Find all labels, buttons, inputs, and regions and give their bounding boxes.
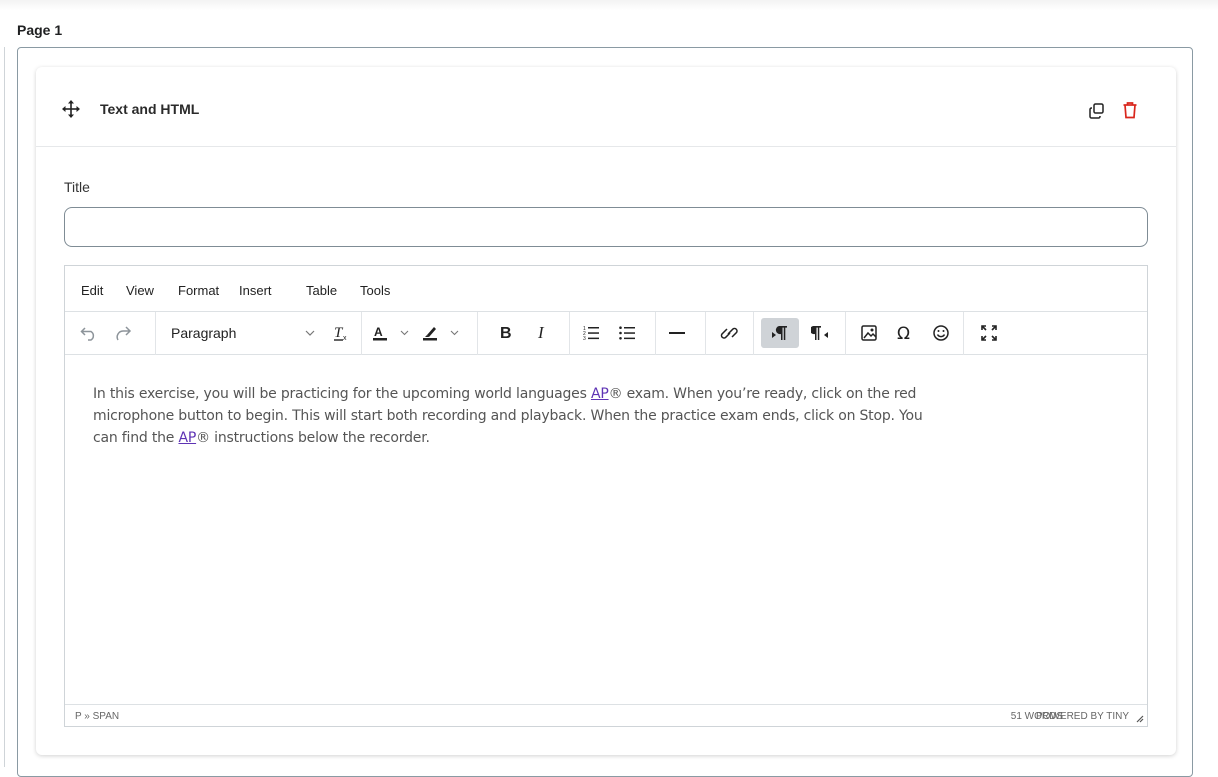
redo-button[interactable] bbox=[109, 318, 137, 348]
powered-by-link[interactable]: POWERED BY TINY bbox=[1036, 711, 1129, 722]
special-character-button[interactable]: Ω bbox=[891, 318, 919, 348]
link-icon bbox=[720, 327, 738, 339]
svg-text:B: B bbox=[500, 325, 512, 342]
resize-handle-icon[interactable] bbox=[1134, 713, 1144, 723]
top-shade bbox=[0, 0, 1218, 10]
chevron-down-icon bbox=[400, 330, 409, 336]
editor-content[interactable]: In this exercise, you will be practicing… bbox=[93, 383, 1103, 449]
italic-button[interactable]: I bbox=[529, 318, 555, 348]
emoji-icon bbox=[933, 325, 949, 341]
italic-icon: I bbox=[537, 324, 545, 342]
content-line: can find the AP® instructions below the … bbox=[93, 427, 1103, 449]
copy-icon[interactable] bbox=[1088, 102, 1106, 120]
redo-icon bbox=[116, 326, 132, 341]
block-title: Text and HTML bbox=[100, 101, 200, 117]
element-path[interactable]: P » SPAN bbox=[75, 711, 119, 722]
move-icon[interactable] bbox=[62, 100, 80, 118]
toolbar-separator bbox=[753, 312, 754, 355]
undo-button[interactable] bbox=[75, 318, 103, 348]
ap-link[interactable]: AP bbox=[178, 430, 196, 446]
content-line: In this exercise, you will be practicing… bbox=[93, 383, 1103, 405]
text-color-button[interactable]: A bbox=[367, 318, 413, 348]
trash-icon[interactable] bbox=[1122, 101, 1138, 119]
highlight-color-button[interactable] bbox=[417, 318, 463, 348]
fullscreen-button[interactable] bbox=[975, 318, 1003, 348]
link-button[interactable] bbox=[715, 318, 743, 348]
content-text: ® exam. When you’re ready, click on the … bbox=[608, 386, 917, 402]
clear-formatting-button[interactable]: Tx bbox=[327, 318, 355, 348]
fullscreen-icon bbox=[981, 325, 997, 341]
editor-toolbar: Paragraph Tx A B I 1 2 3 Ω bbox=[65, 312, 1147, 355]
toolbar-separator bbox=[477, 312, 478, 355]
block-format-value: Paragraph bbox=[171, 325, 237, 341]
content-line: microphone button to begin. This will st… bbox=[93, 408, 923, 424]
horizontal-rule-button[interactable] bbox=[663, 318, 691, 348]
editor-menubar: Edit View Format Insert Table Tools bbox=[65, 266, 1147, 312]
chevron-down-icon bbox=[450, 330, 459, 336]
editor-statusbar: P » SPAN 51 WORDS POWERED BY TINY bbox=[65, 704, 1147, 726]
bold-button[interactable]: B bbox=[493, 318, 519, 348]
content-text: ® instructions below the recorder. bbox=[196, 430, 430, 446]
image-icon bbox=[861, 325, 877, 341]
text-color-icon: A bbox=[373, 325, 387, 341]
right-to-left-icon bbox=[811, 326, 828, 340]
left-to-right-icon bbox=[772, 326, 787, 340]
svg-text:Ω: Ω bbox=[897, 324, 910, 342]
toolbar-separator bbox=[845, 312, 846, 355]
numbered-list-icon: 123 bbox=[583, 326, 599, 342]
special-character-icon: Ω bbox=[897, 324, 910, 342]
content-text: In this exercise, you will be practicing… bbox=[93, 386, 591, 402]
menu-view[interactable]: View bbox=[126, 283, 154, 298]
bullet-list-icon bbox=[619, 326, 635, 340]
menu-insert[interactable]: Insert bbox=[239, 283, 272, 298]
horizontal-rule-icon bbox=[669, 332, 685, 334]
left-divider bbox=[4, 47, 5, 767]
bullet-list-button[interactable] bbox=[613, 318, 641, 348]
ap-link[interactable]: AP bbox=[591, 386, 609, 402]
toolbar-separator bbox=[963, 312, 964, 355]
numbered-list-button[interactable]: 123 bbox=[577, 318, 605, 348]
block-header: Text and HTML bbox=[36, 67, 1176, 147]
rich-text-editor: Edit View Format Insert Table Tools Para… bbox=[64, 265, 1148, 727]
text-html-block: Text and HTML Title Edit View Format Ins… bbox=[36, 67, 1176, 755]
title-input[interactable] bbox=[64, 207, 1148, 247]
right-to-left-button[interactable] bbox=[805, 318, 835, 348]
toolbar-separator bbox=[569, 312, 570, 355]
svg-text:A: A bbox=[374, 325, 383, 339]
menu-tools[interactable]: Tools bbox=[360, 283, 390, 298]
toolbar-separator bbox=[655, 312, 656, 355]
content-text: can find the bbox=[93, 430, 179, 446]
chevron-down-icon bbox=[305, 330, 315, 336]
toolbar-separator bbox=[361, 312, 362, 355]
toolbar-separator bbox=[705, 312, 706, 355]
image-button[interactable] bbox=[855, 318, 883, 348]
undo-icon bbox=[80, 327, 95, 341]
block-format-select[interactable]: Paragraph bbox=[163, 318, 323, 348]
clear-formatting-icon: Tx bbox=[334, 325, 347, 342]
svg-text:x: x bbox=[343, 335, 347, 342]
page-title: Page 1 bbox=[17, 22, 63, 38]
emoji-button[interactable] bbox=[927, 318, 955, 348]
toolbar-separator bbox=[155, 312, 156, 355]
menu-edit[interactable]: Edit bbox=[81, 283, 103, 298]
highlight-icon bbox=[423, 327, 437, 341]
left-to-right-button[interactable] bbox=[761, 318, 799, 348]
svg-text:I: I bbox=[537, 324, 545, 342]
svg-text:3: 3 bbox=[583, 336, 586, 342]
menu-table[interactable]: Table bbox=[306, 283, 337, 298]
bold-icon: B bbox=[500, 325, 512, 342]
title-label: Title bbox=[64, 179, 90, 195]
menu-format[interactable]: Format bbox=[178, 283, 219, 298]
